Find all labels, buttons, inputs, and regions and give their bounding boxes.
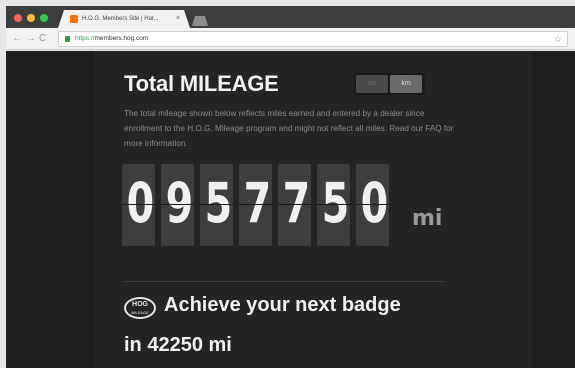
mileage-panel: Total MILEAGE mi km The total mileage sh… <box>94 51 532 368</box>
unit-km-button[interactable]: km <box>390 75 422 93</box>
new-tab-button[interactable] <box>192 16 208 26</box>
unit-toggle: mi km <box>353 73 425 95</box>
next-badge-title: Achieve your next badge <box>164 294 401 316</box>
maximize-window-button[interactable] <box>40 14 48 22</box>
url-host: members.hog.com <box>94 35 149 42</box>
hog-mileage-badge-icon: HOG MILEAGE <box>124 297 156 319</box>
odometer-digit: 0 <box>356 164 389 246</box>
bookmark-star-icon[interactable]: ☆ <box>554 32 562 46</box>
back-arrow-icon[interactable]: ← <box>12 32 22 46</box>
next-badge-remaining: in 42250 mi <box>124 334 232 356</box>
tab-close-icon[interactable]: × <box>176 13 180 25</box>
mileage-description: The total mileage shown below reflects m… <box>124 109 454 148</box>
reload-icon[interactable]: C <box>39 32 46 46</box>
odometer-unit: mi <box>412 206 443 231</box>
odometer-digit: 9 <box>161 164 194 246</box>
browser-tab[interactable]: H.O.G. Members Site | Har... × <box>58 10 190 28</box>
unit-mi-button[interactable]: mi <box>356 75 388 93</box>
forward-arrow-icon[interactable]: → <box>26 32 36 46</box>
lock-icon <box>65 36 70 42</box>
divider <box>124 281 444 282</box>
odometer-digit: 0 <box>122 164 155 246</box>
minimize-window-button[interactable] <box>27 14 35 22</box>
odometer-digit: 5 <box>317 164 350 246</box>
page-content: Total MILEAGE mi km The total mileage sh… <box>6 51 575 368</box>
browser-toolbar: ← → C https://members.hog.com ☆ <box>6 28 575 50</box>
close-window-button[interactable] <box>14 14 22 22</box>
odometer-digit: 7 <box>239 164 272 246</box>
browser-tab-bar: H.O.G. Members Site | Har... × <box>6 6 575 28</box>
url-scheme: https:// <box>75 35 95 42</box>
page-title: Total MILEAGE <box>124 71 279 96</box>
address-bar[interactable]: https://members.hog.com ☆ <box>58 31 568 47</box>
tab-title: H.O.G. Members Site | Har... <box>82 16 159 22</box>
favicon-icon <box>70 15 78 23</box>
odometer-digit: 5 <box>200 164 233 246</box>
url-text: https://members.hog.com <box>75 33 148 45</box>
odometer-digit: 7 <box>278 164 311 246</box>
